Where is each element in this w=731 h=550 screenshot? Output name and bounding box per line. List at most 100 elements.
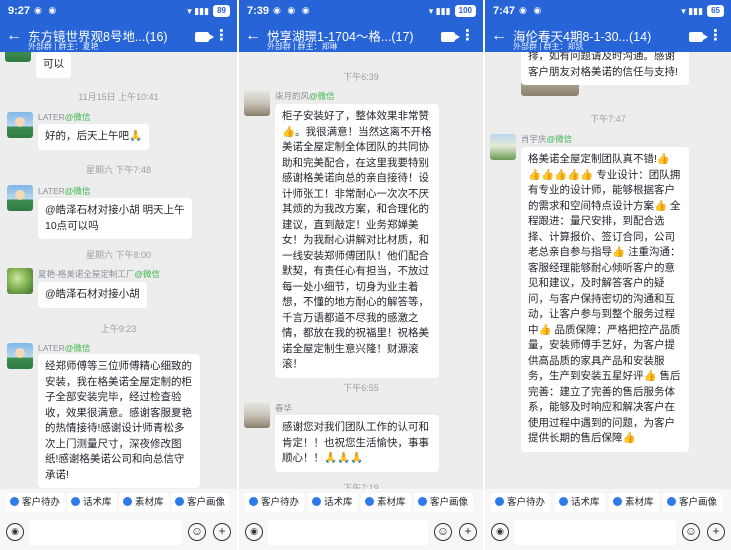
- emoji-icon[interactable]: ☺: [682, 523, 700, 541]
- voice-icon[interactable]: ◉: [6, 523, 24, 541]
- script-library-button[interactable]: 话术库: [67, 493, 117, 512]
- status-bar: 7:47 ◉ ◉ ▾ ▮▮▮ 65: [485, 0, 731, 22]
- material-icon: [123, 497, 132, 506]
- battery-icon: 89: [213, 5, 230, 17]
- voice-icon[interactable]: ◉: [491, 523, 509, 541]
- sender-name: LATER@微信: [38, 112, 91, 122]
- message-input[interactable]: [268, 520, 428, 545]
- status-bar: 7:39 ◉ ◉ ◉ ▾ ▮▮▮ 100: [239, 0, 483, 22]
- customer-todo-button[interactable]: 客户待办: [245, 493, 305, 512]
- sender-name: 肖宇庆@微信: [521, 134, 573, 144]
- avatar[interactable]: [5, 52, 31, 62]
- customer-profile-button[interactable]: 客户画像: [663, 493, 723, 512]
- customer-todo-button[interactable]: 客户待办: [491, 493, 551, 512]
- avatar[interactable]: [7, 185, 33, 211]
- message-bubble[interactable]: @皓泽石材对接小胡: [38, 282, 147, 308]
- voice-icon[interactable]: ◉: [245, 523, 263, 541]
- avatar[interactable]: [244, 402, 270, 428]
- timestamp: 11月15日 上午10:41: [78, 92, 159, 102]
- battery-icon: 65: [707, 5, 724, 17]
- timestamp: 星期六 下午8:00: [85, 250, 152, 260]
- video-call-icon[interactable]: [441, 32, 460, 42]
- back-arrow-icon[interactable]: ←: [491, 28, 507, 44]
- timestamp: 下午6:39: [343, 72, 379, 82]
- timestamp: 星期六 下午7:48: [85, 165, 152, 175]
- customer-profile-button[interactable]: 客户画像: [414, 493, 474, 512]
- timestamp: 上午9:23: [100, 324, 137, 334]
- avatar[interactable]: [244, 90, 270, 116]
- message-list[interactable]: 可以 11月15日 上午10:41 LATER@微信 好的，后天上午吧🙏 星期六…: [0, 52, 237, 489]
- back-arrow-icon[interactable]: ←: [6, 28, 22, 44]
- message-bubble[interactable]: 排，如有问题请及时沟通。感谢客户朋友对格美诺的信任与支持!: [521, 52, 689, 85]
- more-options-icon[interactable]: ⋮: [708, 28, 723, 44]
- notification-icons: ◉ ◉ ◉: [273, 5, 312, 15]
- input-bar: ◉ ☺ +: [239, 516, 483, 550]
- message-bubble[interactable]: 经郑师傅等三位师傅精心细致的安装，我在格美诺全屋定制的柜子全部安装完毕，经过检查…: [38, 354, 200, 488]
- signal-icon: ▾ ▮▮▮: [428, 5, 451, 16]
- more-options-icon[interactable]: ⋮: [214, 28, 229, 44]
- sender-name: 春华: [275, 403, 293, 413]
- todo-icon: [495, 497, 504, 506]
- avatar[interactable]: [7, 112, 33, 138]
- status-time: 7:39: [247, 5, 270, 17]
- signal-icon: ▾ ▮▮▮: [681, 5, 704, 16]
- plus-icon[interactable]: +: [707, 523, 725, 541]
- message-list[interactable]: 排，如有问题请及时沟通。感谢客户朋友对格美诺的信任与支持! 下午7:47 肖宇庆…: [485, 52, 731, 489]
- profile-icon: [175, 497, 184, 506]
- avatar[interactable]: [7, 268, 33, 294]
- status-time: 9:27: [8, 5, 31, 17]
- quick-action-bar: 客户待办 话术库 素材库 客户画像: [239, 489, 483, 516]
- sender-name: LATER@微信: [38, 343, 91, 353]
- quick-action-bar: 客户待办 话术库 素材库 客户画像: [485, 489, 731, 516]
- message-bubble[interactable]: @皓泽石材对接小胡 明天上午10点可以吗: [38, 198, 192, 239]
- timestamp: 下午7:19: [343, 483, 379, 489]
- chat-header: ← 海伦春天4期8-1-30...(14) 外部群 | 群主：郑凯 ⋮: [485, 22, 731, 52]
- sender-name: 柒月的风@微信: [275, 91, 335, 101]
- more-options-icon[interactable]: ⋮: [460, 28, 475, 44]
- avatar[interactable]: [7, 343, 33, 369]
- message-input[interactable]: [29, 520, 182, 545]
- timestamp: 下午6:55: [343, 383, 379, 393]
- message-bubble[interactable]: 好的，后天上午吧🙏: [38, 124, 150, 150]
- profile-icon: [667, 497, 676, 506]
- script-icon: [312, 497, 321, 506]
- script-icon: [71, 497, 80, 506]
- avatar[interactable]: [490, 134, 516, 160]
- status-right: ▾ ▮▮▮ 100: [429, 5, 476, 17]
- todo-icon: [10, 497, 19, 506]
- material-library-button[interactable]: 素材库: [609, 493, 659, 512]
- quick-action-bar: 客户待办 话术库 素材库 客户画像: [0, 489, 237, 516]
- chat-panel-2: 7:39 ◉ ◉ ◉ ▾ ▮▮▮ 100 ← 悦享湖璟1-1704～格...(1…: [239, 0, 483, 550]
- material-library-button[interactable]: 素材库: [361, 493, 411, 512]
- script-library-button[interactable]: 话术库: [555, 493, 605, 512]
- status-right: ▾ ▮▮▮ 89: [187, 5, 230, 17]
- signal-icon: ▾ ▮▮▮: [187, 5, 210, 16]
- chat-panel-1: 9:27 ◉ ◉ ▾ ▮▮▮ 89 ← 东方镜世界观8号地...(16) 外部群…: [0, 0, 237, 550]
- back-arrow-icon[interactable]: ←: [245, 28, 261, 44]
- message-bubble[interactable]: 可以: [36, 52, 71, 78]
- script-library-button[interactable]: 话术库: [308, 493, 358, 512]
- chat-header: ← 悦享湖璟1-1704～格...(17) 外部群 | 群主：郑琳 ⋮: [239, 22, 483, 52]
- status-right: ▾ ▮▮▮ 65: [681, 5, 724, 17]
- plus-icon[interactable]: +: [459, 523, 477, 541]
- customer-todo-button[interactable]: 客户待办: [6, 493, 66, 512]
- chat-panel-3: 7:47 ◉ ◉ ▾ ▮▮▮ 65 ← 海伦春天4期8-1-30...(14) …: [485, 0, 731, 550]
- material-library-button[interactable]: 素材库: [119, 493, 169, 512]
- chat-subtitle: 外部群 | 群主：郑凯: [513, 42, 584, 51]
- customer-profile-button[interactable]: 客户画像: [171, 493, 231, 512]
- profile-icon: [418, 497, 427, 506]
- message-bubble[interactable]: 柜子安装好了，整体效果非常赞👍。我很满意！当然这离不开格美诺全屋定制全体团队的共…: [275, 104, 439, 378]
- video-call-icon[interactable]: [195, 32, 214, 42]
- video-call-icon[interactable]: [689, 32, 708, 42]
- emoji-icon[interactable]: ☺: [434, 523, 452, 541]
- emoji-icon[interactable]: ☺: [188, 523, 206, 541]
- message-list[interactable]: 下午6:39 柒月的风@微信 柜子安装好了，整体效果非常赞👍。我很满意！当然这离…: [239, 52, 483, 489]
- notification-icons: ◉ ◉: [34, 5, 59, 15]
- battery-icon: 100: [454, 5, 476, 17]
- input-bar: ◉ ☺ +: [0, 516, 237, 550]
- plus-icon[interactable]: +: [213, 523, 231, 541]
- message-input[interactable]: [514, 520, 676, 545]
- input-bar: ◉ ☺ +: [485, 516, 731, 550]
- message-bubble[interactable]: 感谢您对我们团队工作的认可和肯定！！也祝您生活愉快，事事顺心！！🙏🙏🙏: [275, 415, 439, 472]
- message-bubble[interactable]: 格美诺全屋定制团队真不错!👍👍👍👍👍👍 专业设计：团队拥有专业的设计师，能够根据…: [521, 147, 689, 452]
